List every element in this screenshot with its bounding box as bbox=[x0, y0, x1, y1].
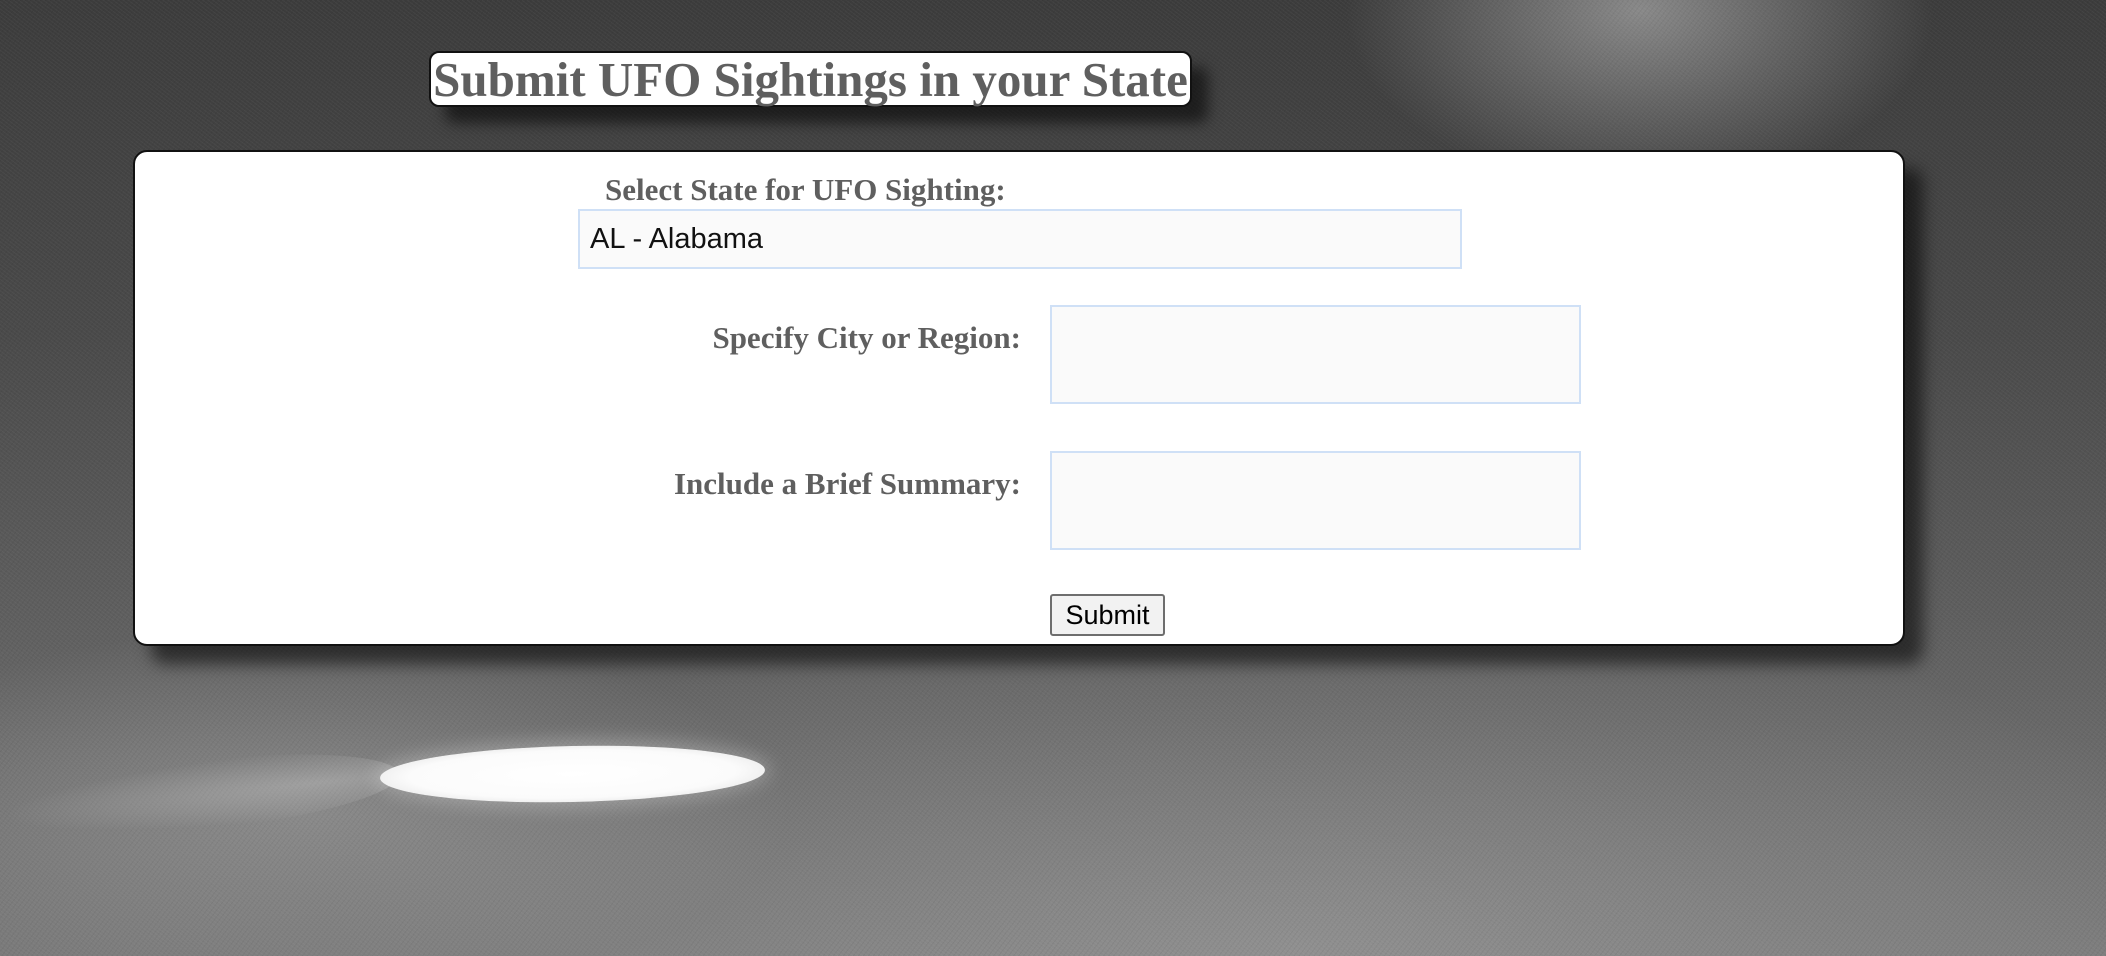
state-select-value: AL - Alabama bbox=[590, 222, 764, 255]
sighting-form: Select State for UFO Sighting: AL - Alab… bbox=[133, 150, 1905, 646]
city-label: Specify City or Region: bbox=[712, 320, 1021, 355]
ufo-light-trail bbox=[0, 739, 403, 851]
state-select[interactable]: AL - Alabama bbox=[578, 209, 1462, 269]
page-title: Submit UFO Sightings in your State bbox=[433, 51, 1188, 107]
summary-input[interactable] bbox=[1050, 451, 1581, 550]
city-input[interactable] bbox=[1050, 305, 1581, 404]
page-title-box: Submit UFO Sightings in your State bbox=[429, 51, 1192, 107]
ufo-image bbox=[379, 741, 766, 807]
submit-button[interactable]: Submit bbox=[1050, 594, 1165, 636]
summary-label: Include a Brief Summary: bbox=[673, 466, 1021, 501]
state-label: Select State for UFO Sighting: bbox=[605, 172, 1006, 207]
